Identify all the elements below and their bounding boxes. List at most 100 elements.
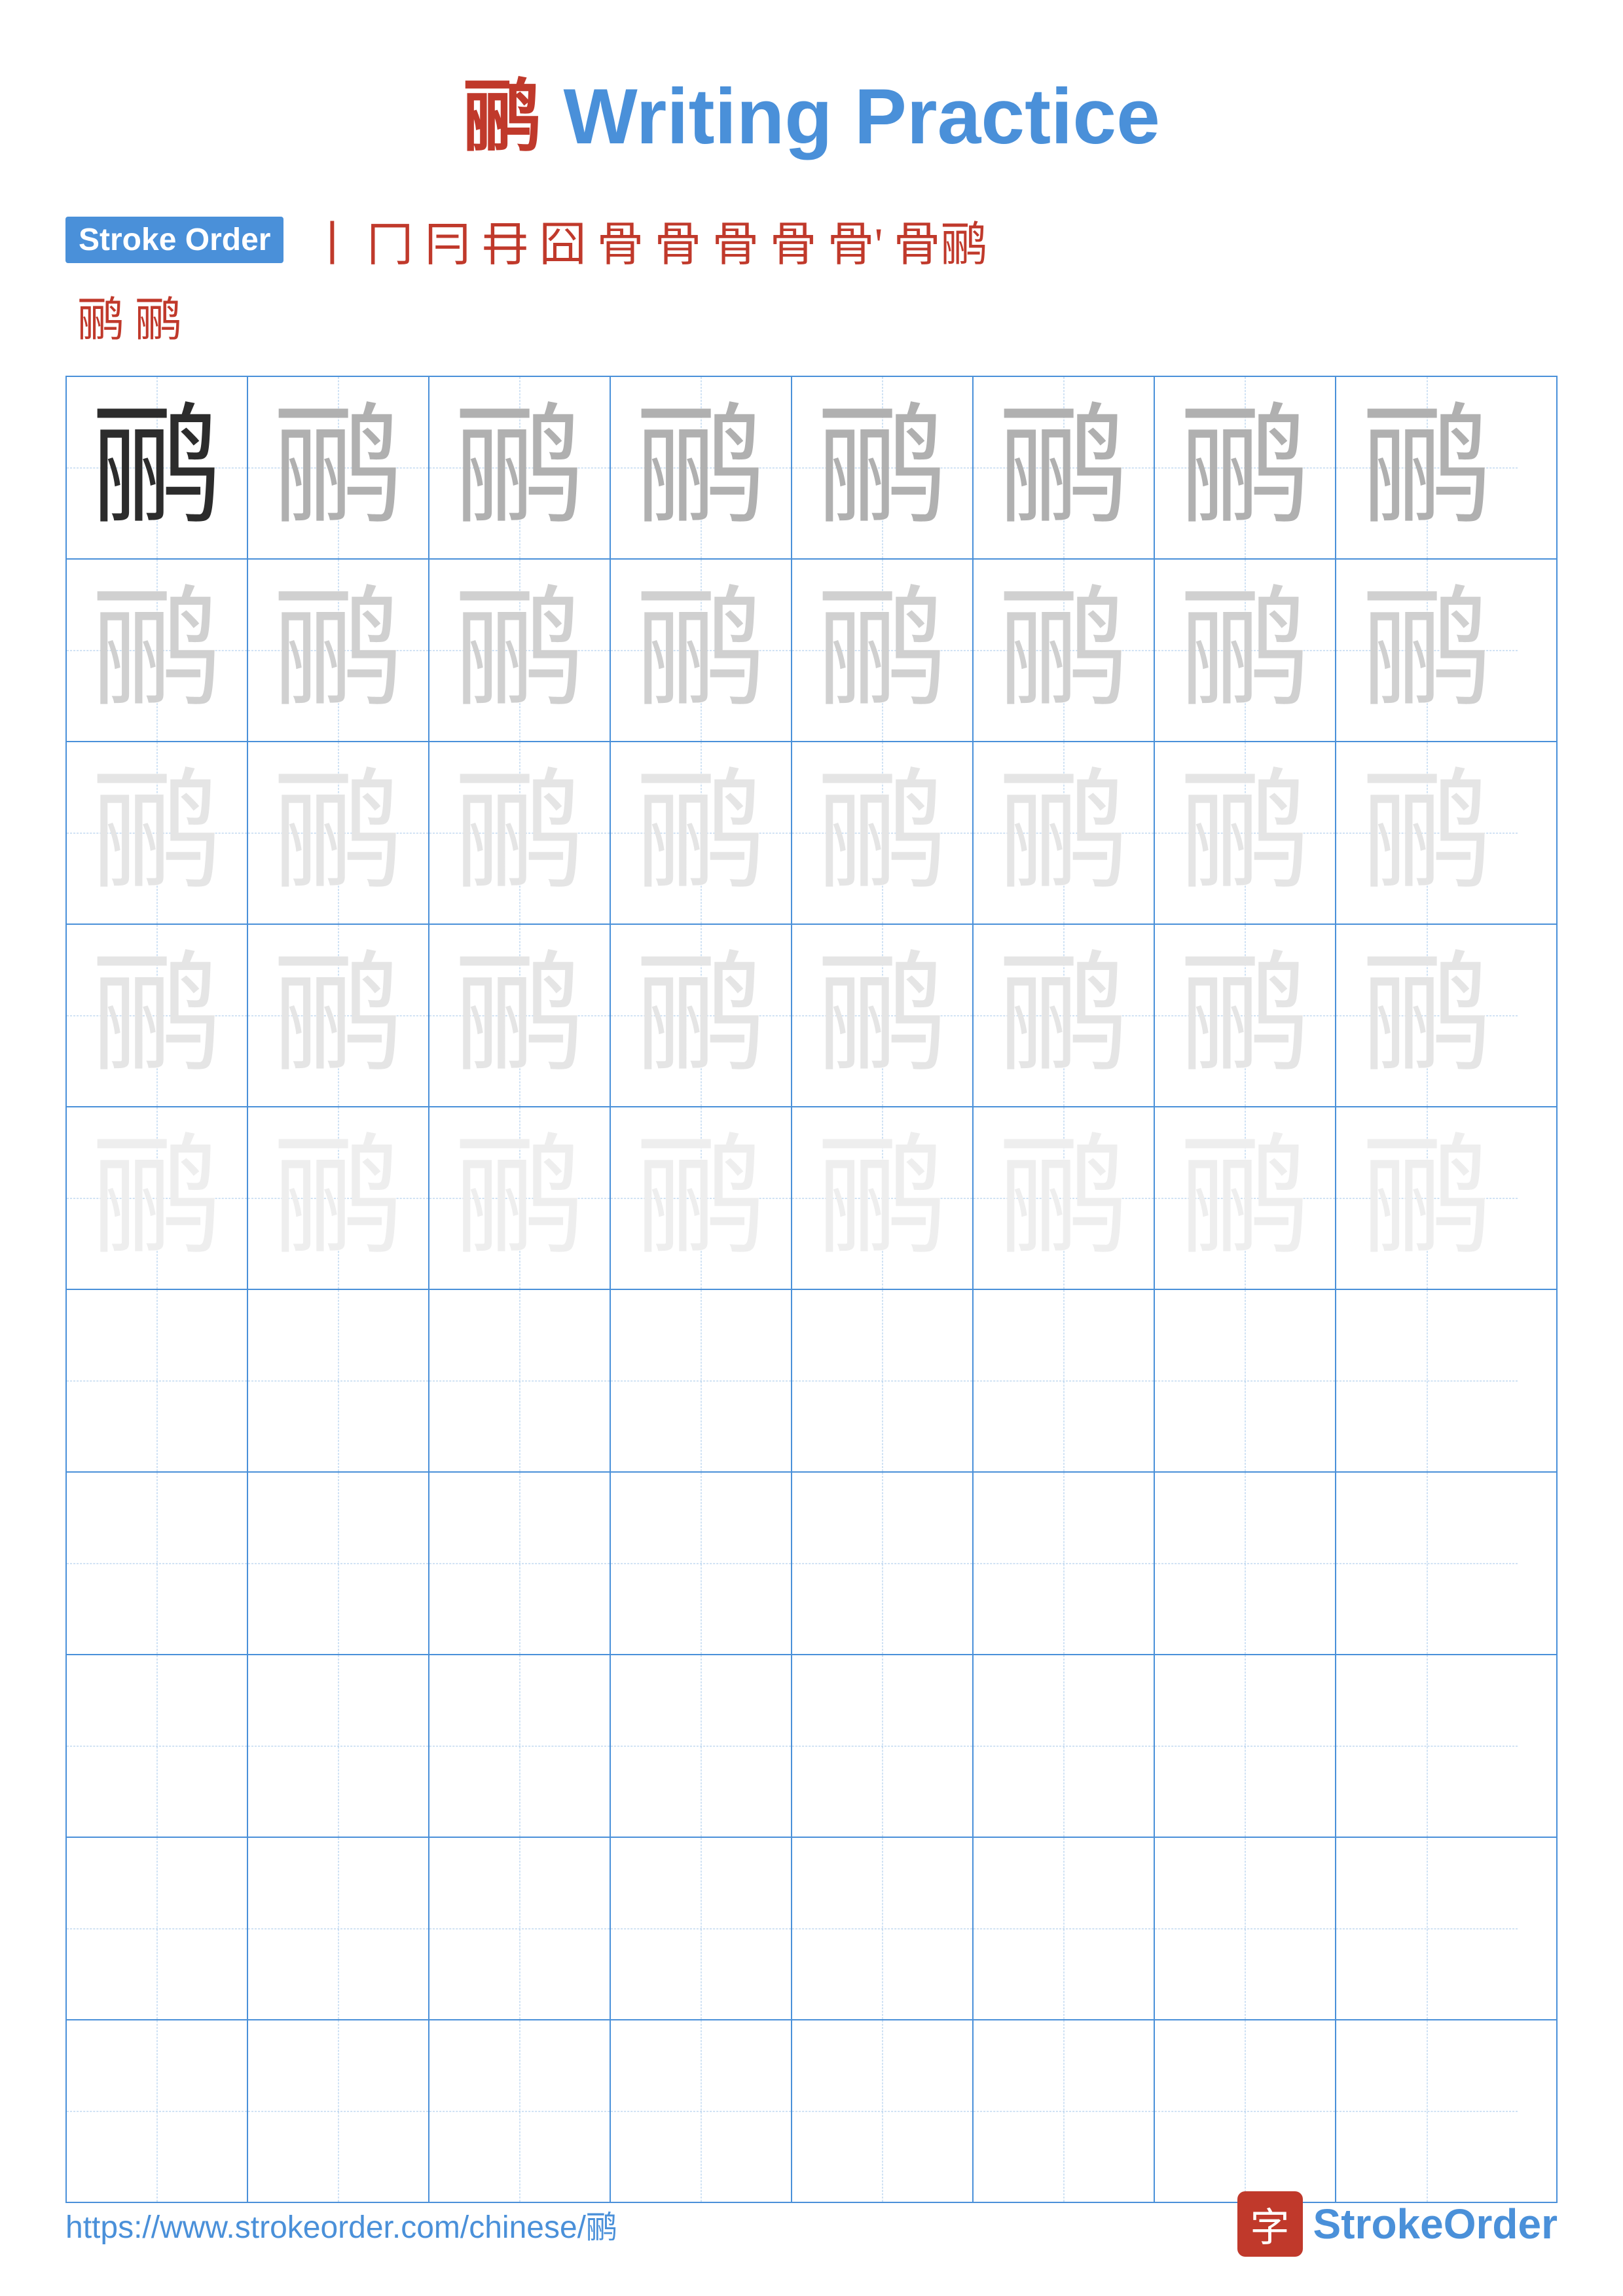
cell-3-7: 鹂 bbox=[1155, 742, 1336, 924]
cell-10-7 bbox=[1155, 2020, 1336, 2202]
stroke-order-section: Stroke Order 丨 冂 冃 冄 囧 骨 骨 骨 骨 骨' 骨鹂 鹂 鹂 bbox=[0, 206, 1623, 350]
cell-10-4 bbox=[611, 2020, 792, 2202]
cell-5-6: 鹂 bbox=[974, 1107, 1155, 1289]
footer-logo: 字 StrokeOrder bbox=[1237, 2191, 1558, 2257]
cell-6-8 bbox=[1336, 1290, 1518, 1471]
cell-6-6 bbox=[974, 1290, 1155, 1471]
cell-10-1 bbox=[67, 2020, 248, 2202]
stroke-13: 鹂 bbox=[135, 281, 182, 350]
cell-6-7 bbox=[1155, 1290, 1336, 1471]
cell-4-1: 鹂 bbox=[67, 925, 248, 1106]
stroke-6: 骨 bbox=[597, 206, 644, 274]
cell-4-3: 鹂 bbox=[429, 925, 611, 1106]
cell-4-8: 鹂 bbox=[1336, 925, 1518, 1106]
cell-4-6: 鹂 bbox=[974, 925, 1155, 1106]
cell-5-3: 鹂 bbox=[429, 1107, 611, 1289]
cell-2-1: 鹂 bbox=[67, 560, 248, 741]
stroke-11: 骨鹂 bbox=[894, 206, 988, 274]
cell-1-5: 鹂 bbox=[792, 377, 974, 558]
cell-9-2 bbox=[248, 1838, 429, 2019]
cell-2-3: 鹂 bbox=[429, 560, 611, 741]
cell-7-8 bbox=[1336, 1473, 1518, 1654]
stroke-8: 骨 bbox=[712, 206, 759, 274]
practice-grid: 鹂 鹂 鹂 鹂 鹂 鹂 鹂 鹂 鹂 鹂 鹂 鹂 鹂 鹂 鹂 鹂 鹂 鹂 鹂 鹂 … bbox=[65, 376, 1558, 2203]
cell-1-4: 鹂 bbox=[611, 377, 792, 558]
cell-3-5: 鹂 bbox=[792, 742, 974, 924]
cell-3-6: 鹂 bbox=[974, 742, 1155, 924]
cell-9-8 bbox=[1336, 1838, 1518, 2019]
cell-8-8 bbox=[1336, 1655, 1518, 1837]
cell-3-2: 鹂 bbox=[248, 742, 429, 924]
cell-1-1: 鹂 bbox=[67, 377, 248, 558]
cell-6-2 bbox=[248, 1290, 429, 1471]
cell-9-1 bbox=[67, 1838, 248, 2019]
cell-7-3 bbox=[429, 1473, 611, 1654]
cell-5-7: 鹂 bbox=[1155, 1107, 1336, 1289]
cell-9-5 bbox=[792, 1838, 974, 2019]
cell-3-3: 鹂 bbox=[429, 742, 611, 924]
grid-row-2: 鹂 鹂 鹂 鹂 鹂 鹂 鹂 鹂 bbox=[67, 560, 1556, 742]
cell-1-7: 鹂 bbox=[1155, 377, 1336, 558]
cell-1-2: 鹂 bbox=[248, 377, 429, 558]
stroke-5: 囧 bbox=[539, 206, 587, 274]
grid-row-6 bbox=[67, 1290, 1556, 1473]
cell-2-5: 鹂 bbox=[792, 560, 974, 741]
stroke-chars-row: 丨 冂 冃 冄 囧 骨 骨 骨 骨 骨' 骨鹂 bbox=[303, 206, 993, 274]
grid-row-8 bbox=[67, 1655, 1556, 1838]
cell-6-5 bbox=[792, 1290, 974, 1471]
cell-6-3 bbox=[429, 1290, 611, 1471]
grid-row-3: 鹂 鹂 鹂 鹂 鹂 鹂 鹂 鹂 bbox=[67, 742, 1556, 925]
cell-10-3 bbox=[429, 2020, 611, 2202]
grid-row-10 bbox=[67, 2020, 1556, 2202]
cell-8-7 bbox=[1155, 1655, 1336, 1837]
cell-5-2: 鹂 bbox=[248, 1107, 429, 1289]
grid-row-5: 鹂 鹂 鹂 鹂 鹂 鹂 鹂 鹂 bbox=[67, 1107, 1556, 1290]
cell-6-4 bbox=[611, 1290, 792, 1471]
cell-7-6 bbox=[974, 1473, 1155, 1654]
cell-5-8: 鹂 bbox=[1336, 1107, 1518, 1289]
cell-3-4: 鹂 bbox=[611, 742, 792, 924]
grid-row-4: 鹂 鹂 鹂 鹂 鹂 鹂 鹂 鹂 bbox=[67, 925, 1556, 1107]
stroke-3: 冃 bbox=[424, 206, 471, 274]
cell-5-5: 鹂 bbox=[792, 1107, 974, 1289]
cell-9-3 bbox=[429, 1838, 611, 2019]
stroke-order-row: Stroke Order 丨 冂 冃 冄 囧 骨 骨 骨 骨 骨' 骨鹂 bbox=[65, 206, 1558, 274]
cell-2-7: 鹂 bbox=[1155, 560, 1336, 741]
cell-2-8: 鹂 bbox=[1336, 560, 1518, 741]
stroke-2: 冂 bbox=[366, 206, 413, 274]
stroke-1: 丨 bbox=[308, 206, 356, 274]
cell-9-4 bbox=[611, 1838, 792, 2019]
cell-8-6 bbox=[974, 1655, 1155, 1837]
cell-9-7 bbox=[1155, 1838, 1336, 2019]
cell-8-2 bbox=[248, 1655, 429, 1837]
stroke-4: 冄 bbox=[481, 206, 528, 274]
logo-text: StrokeOrder bbox=[1313, 2200, 1558, 2248]
grid-row-7 bbox=[67, 1473, 1556, 1655]
footer: https://www.strokeorder.com/chinese/鹂 字 … bbox=[0, 2191, 1623, 2257]
cell-2-2: 鹂 bbox=[248, 560, 429, 741]
cell-10-5 bbox=[792, 2020, 974, 2202]
cell-2-4: 鹂 bbox=[611, 560, 792, 741]
cell-8-5 bbox=[792, 1655, 974, 1837]
cell-8-3 bbox=[429, 1655, 611, 1837]
cell-5-4: 鹂 bbox=[611, 1107, 792, 1289]
grid-row-1: 鹂 鹂 鹂 鹂 鹂 鹂 鹂 鹂 bbox=[67, 377, 1556, 560]
cell-1-3: 鹂 bbox=[429, 377, 611, 558]
stroke-9: 骨 bbox=[770, 206, 817, 274]
stroke-order-line2: 鹂 鹂 bbox=[65, 281, 1558, 350]
grid-row-9 bbox=[67, 1838, 1556, 2020]
cell-10-8 bbox=[1336, 2020, 1518, 2202]
cell-7-2 bbox=[248, 1473, 429, 1654]
cell-8-1 bbox=[67, 1655, 248, 1837]
title-section: 鹂 Writing Practice bbox=[0, 0, 1623, 206]
cell-4-7: 鹂 bbox=[1155, 925, 1336, 1106]
cell-1-6: 鹂 bbox=[974, 377, 1155, 558]
cell-4-2: 鹂 bbox=[248, 925, 429, 1106]
cell-9-6 bbox=[974, 1838, 1155, 2019]
cell-3-8: 鹂 bbox=[1336, 742, 1518, 924]
cell-7-7 bbox=[1155, 1473, 1336, 1654]
cell-6-1 bbox=[67, 1290, 248, 1471]
footer-url: https://www.strokeorder.com/chinese/鹂 bbox=[65, 2201, 617, 2247]
cell-10-2 bbox=[248, 2020, 429, 2202]
cell-10-6 bbox=[974, 2020, 1155, 2202]
